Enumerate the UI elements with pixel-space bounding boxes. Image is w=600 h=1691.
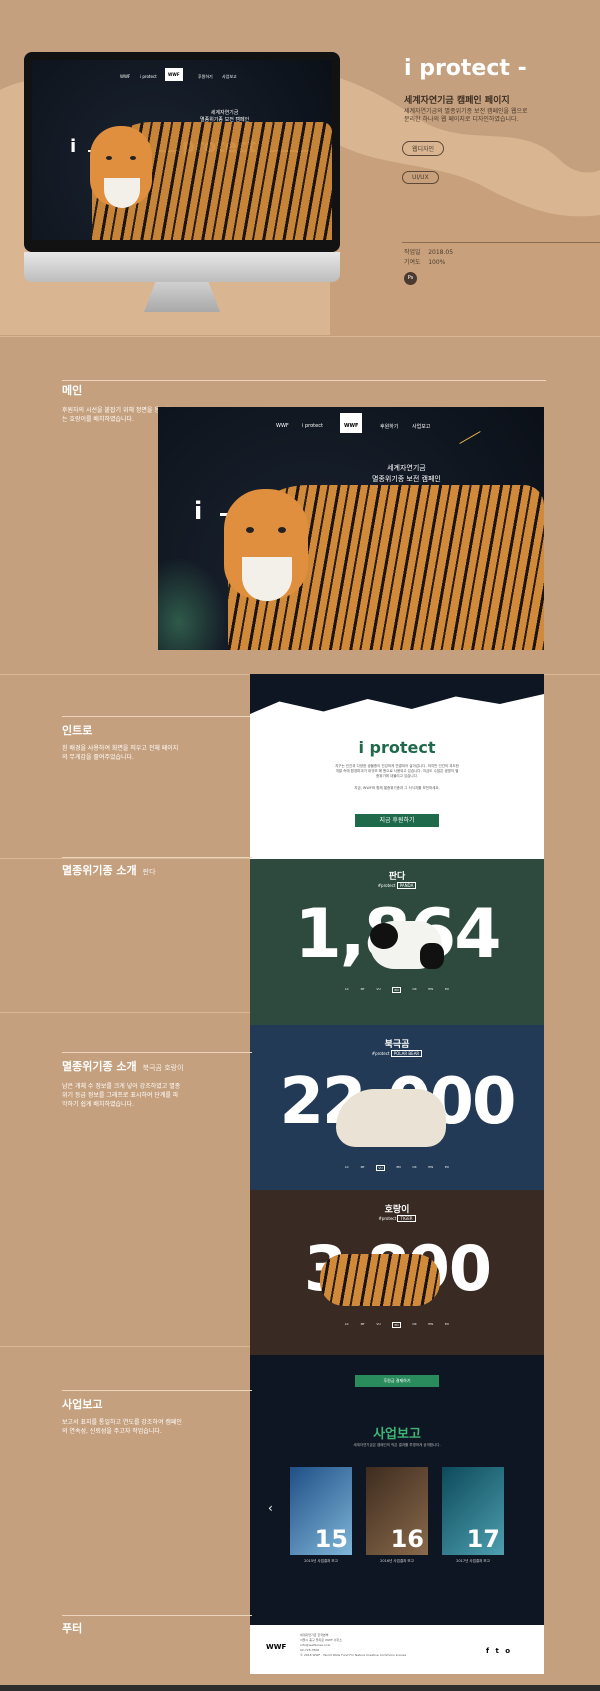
animal-panel-polar-bear: 북극곰 #protect POLAR BEAR 22,000 LCNTVUENC…: [250, 1025, 544, 1190]
section-title-species-2: 멸종위기종 소개 북극곰 호랑이: [62, 1060, 184, 1073]
leaf-decoration: [158, 557, 228, 650]
intro-block: i protect 지구는 인간과 다양한 생물종이 건강하게 연결되어 살아갑…: [250, 674, 544, 859]
reports-block: 후원금 결제하기 사업보고 세계자연기금은 캠페인의 작은 결과를 투명하게 공…: [250, 1355, 544, 1625]
page-preview: i protect 지구는 인간과 다양한 생물종이 건강하게 연결되어 살아갑…: [250, 674, 544, 1674]
mini-nav-item[interactable]: 후원하기: [198, 74, 213, 80]
reports-desc: 세계자연기금은 캠페인의 작은 결과를 투명하게 공개합니다.: [353, 1443, 441, 1447]
animal-name: 호랑이: [384, 1205, 410, 1215]
animal-name: 북극곰: [384, 1040, 410, 1050]
tag-list: 웹디자인 UI/UX: [402, 136, 462, 184]
monitor-chin: [24, 252, 340, 282]
report-card[interactable]: 17: [442, 1467, 504, 1555]
footer-logo[interactable]: WWF: [266, 1643, 286, 1651]
payment-button[interactable]: 후원금 결제하기: [355, 1375, 439, 1387]
facebook-icon[interactable]: f: [486, 1647, 489, 1655]
polar-bear-illustration: [336, 1089, 446, 1147]
intro-title: i protect: [358, 738, 436, 757]
meta-list: 작업일 2018.05 기여도 100%: [404, 249, 454, 266]
monitor: WWF i protect WWF 후원하기 사업보고 세계자연기금 멸종위기종…: [24, 52, 340, 312]
main-preview: WWF i protect WWF 후원하기 사업보고 세계자연기금 멸종위기종…: [158, 407, 544, 650]
report-caption: 2017년 사업결과 보고: [456, 1559, 490, 1563]
animal-panel-panda: 판다 #protect PANDA 1,864 LCNTVUENCREWEX: [250, 859, 544, 1025]
tag-uiux: UI/UX: [402, 171, 439, 184]
section-title-main: 메인: [62, 384, 83, 397]
mini-logo[interactable]: WWF: [165, 68, 183, 81]
donate-now-button[interactable]: 지금 후원하기: [355, 814, 439, 827]
monitor-stand: [144, 282, 220, 312]
mini-nav-item[interactable]: WWF: [120, 74, 130, 79]
mini-word-left: i: [70, 136, 77, 157]
project-description: 세계자연기금의 멸종위기종 보전 캠페인을 웹으로 분리한 하나의 웹 페이지로…: [404, 108, 528, 123]
footer-info: 세계자연기금 한국본부 서울시 중구 을지로 WWF 사무소 info@wwfk…: [300, 1633, 407, 1657]
bottom-bar: [0, 1685, 600, 1691]
instagram-icon[interactable]: o: [505, 1647, 510, 1655]
nav-item[interactable]: 사업보고: [412, 423, 430, 430]
main-kicker: 세계자연기금 멸종위기종 보전 캠페인: [372, 464, 441, 483]
project-subtitle: 세계자연기금 캠페인 페이지: [404, 96, 510, 106]
intro-body: 지구는 인간과 다양한 생물종이 건강하게 연결되어 살아갑니다. 하지만 인간…: [335, 764, 459, 778]
monitor-screen: WWF i protect WWF 후원하기 사업보고 세계자연기금 멸종위기종…: [32, 60, 332, 240]
nav-item[interactable]: 후원하기: [380, 423, 398, 430]
report-caption: 2015년 사업결과 보고: [304, 1559, 338, 1563]
footer-block: WWF 세계자연기금 한국본부 서울시 중구 을지로 WWF 사무소 info@…: [250, 1625, 544, 1674]
hero-section: WWF i protect WWF 후원하기 사업보고 세계자연기금 멸종위기종…: [0, 20, 600, 335]
mini-nav-item[interactable]: i protect: [140, 74, 157, 79]
animal-hashtag: #protect PANDA: [250, 882, 544, 889]
intro-body-2: 지금, WWF와 함께 멸종위기종과 그 서식지를 보전하세요.: [354, 786, 440, 790]
report-card[interactable]: 15: [290, 1467, 352, 1555]
twitter-icon[interactable]: t: [495, 1647, 498, 1655]
grade-scale: LC NT VU EN CR EW EX: [345, 987, 449, 993]
reports-title: 사업보고: [373, 1427, 421, 1442]
wwf-logo[interactable]: WWF: [340, 413, 363, 433]
photoshop-badge: Ps: [404, 272, 417, 285]
animal-hashtag: #protect TIGER: [250, 1215, 544, 1222]
animal-hashtag: #protect POLAR BEAR: [250, 1050, 544, 1057]
grade-scale: LC NT VU EN CR EW EX: [345, 1322, 449, 1328]
main-word-left: i: [194, 497, 203, 525]
section-desc-reports: 보고서 표지를 통일하고 연도를 강조하여 캠페인의 연속성, 신뢰성을 주고자…: [62, 1419, 182, 1435]
animal-name: 판다: [388, 872, 406, 882]
social-links: f t o: [486, 1647, 510, 1655]
section-title-intro: 인트로: [62, 724, 93, 737]
section-title-reports: 사업보고: [62, 1398, 103, 1411]
project-title: i protect -: [404, 56, 527, 81]
section-title-footer: 푸터: [62, 1622, 83, 1635]
report-card[interactable]: 16: [366, 1467, 428, 1555]
section-title-species: 멸종위기종 소개 판다: [62, 864, 156, 877]
report-caption: 2016년 사업결과 보고: [380, 1559, 414, 1563]
section-desc-main: 후원자의 시선을 붙잡기 위해 정면을 응시하는 호랑이를 배치하였습니다.: [62, 407, 171, 423]
section-desc-intro: 흰 배경을 사용하여 화면을 띄우고 전체 페이지의 무게감을 줄여주었습니다.: [62, 745, 179, 761]
nav-item[interactable]: WWF: [276, 423, 289, 429]
tiger-walking-illustration: [320, 1254, 440, 1306]
carousel-prev-button[interactable]: ‹: [268, 1501, 273, 1515]
section-desc-species: 남은 개체 수 정보를 크게 넣어 강조하였고 멸종위기 등급 정보를 그래프로…: [62, 1083, 181, 1108]
nav-item[interactable]: i protect: [302, 423, 323, 429]
mini-nav-item[interactable]: 사업보고: [222, 74, 237, 80]
tag-webdesign: 웹디자인: [402, 141, 445, 156]
grade-scale: LC NT VU EN CR EW EX: [345, 1165, 449, 1171]
animal-panel-tiger: 호랑이 #protect TIGER 3,890 LCNTVUENCREWEX: [250, 1190, 544, 1355]
